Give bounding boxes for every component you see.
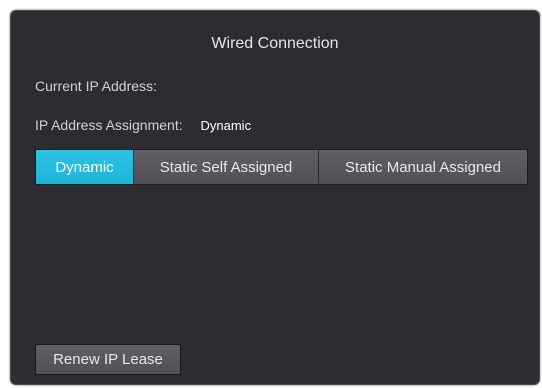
static-self-assigned-button[interactable]: Static Self Assigned [133,150,318,184]
renew-ip-lease-button[interactable]: Renew IP Lease [35,344,181,375]
current-ip-row: Current IP Address: [35,78,157,94]
ip-assignment-row: IP Address Assignment: Dynamic [35,117,251,133]
wired-connection-panel: Wired Connection Current IP Address: IP … [10,10,540,385]
current-ip-label: Current IP Address: [35,78,157,94]
ip-assignment-value: Dynamic [200,118,252,133]
assignment-mode-segmented-control: Dynamic Static Self Assigned Static Manu… [35,149,528,185]
dynamic-mode-button[interactable]: Dynamic [36,150,133,184]
panel-title: Wired Connection [211,35,339,52]
static-manual-assigned-button[interactable]: Static Manual Assigned [318,150,527,184]
ip-assignment-label: IP Address Assignment: [35,117,183,133]
